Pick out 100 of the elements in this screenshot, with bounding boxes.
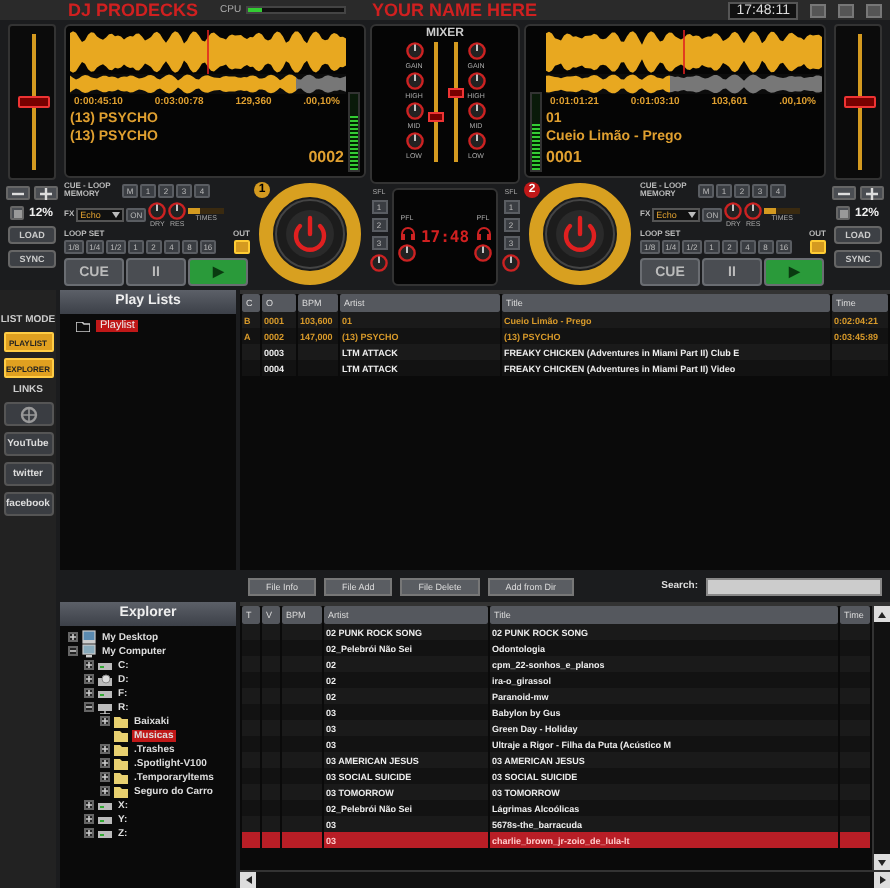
desktop-icon bbox=[82, 630, 96, 644]
plus-icon bbox=[86, 662, 92, 668]
close-button[interactable] bbox=[866, 3, 882, 17]
folder-icon bbox=[76, 321, 90, 331]
expander[interactable] bbox=[100, 744, 110, 754]
minus-button[interactable] bbox=[6, 186, 30, 200]
pitch-slider[interactable] bbox=[8, 24, 56, 180]
expander[interactable] bbox=[100, 716, 110, 726]
horizontal-scrollbar[interactable] bbox=[240, 870, 890, 888]
overview-waveform[interactable] bbox=[546, 74, 822, 94]
vertical-scrollbar[interactable] bbox=[872, 606, 890, 870]
plus-icon bbox=[40, 187, 52, 199]
plus-button[interactable] bbox=[34, 186, 58, 200]
knob[interactable] bbox=[405, 102, 423, 120]
expander[interactable] bbox=[100, 786, 110, 796]
caret-icon bbox=[112, 211, 121, 217]
drive-icon bbox=[98, 687, 112, 699]
vu-meter bbox=[530, 91, 542, 171]
expander[interactable] bbox=[84, 800, 94, 810]
reset-button[interactable] bbox=[10, 206, 25, 220]
plus-icon bbox=[86, 816, 92, 822]
minus-icon bbox=[12, 191, 24, 195]
led-meter bbox=[764, 207, 801, 213]
expander[interactable] bbox=[84, 660, 94, 670]
expander[interactable] bbox=[84, 814, 94, 824]
search-field[interactable] bbox=[706, 577, 882, 595]
minus-icon bbox=[70, 648, 76, 654]
expander[interactable] bbox=[100, 758, 110, 768]
expander[interactable] bbox=[84, 688, 94, 698]
expander[interactable] bbox=[84, 828, 94, 838]
headphones-icon[interactable] bbox=[399, 225, 415, 239]
reset-button[interactable] bbox=[836, 206, 851, 220]
slider-thumb[interactable] bbox=[18, 96, 50, 108]
fader-thumb[interactable] bbox=[447, 88, 463, 99]
knob[interactable] bbox=[148, 201, 167, 219]
pitch-slider[interactable] bbox=[834, 24, 882, 180]
knob[interactable] bbox=[474, 243, 492, 261]
vu-meter bbox=[348, 91, 360, 171]
knob[interactable] bbox=[405, 72, 423, 90]
disc-drive-icon bbox=[98, 673, 112, 685]
plus-icon bbox=[86, 676, 92, 682]
plus-icon bbox=[102, 774, 108, 780]
minimize-button[interactable] bbox=[810, 3, 826, 17]
plus-icon bbox=[86, 802, 92, 808]
network-drive-icon bbox=[98, 701, 112, 713]
channel-fader[interactable] bbox=[447, 42, 463, 162]
right-arrow-icon[interactable] bbox=[879, 876, 885, 884]
slider-thumb[interactable] bbox=[844, 96, 876, 108]
track-number: 0001 bbox=[546, 146, 584, 168]
knob[interactable] bbox=[467, 72, 485, 90]
knob[interactable] bbox=[405, 132, 423, 150]
plus-icon bbox=[866, 187, 878, 199]
track-number: 0002 bbox=[308, 146, 344, 168]
jog-wheel[interactable] bbox=[258, 181, 362, 286]
expander[interactable] bbox=[84, 674, 94, 684]
knob[interactable] bbox=[467, 42, 485, 60]
monitor-icon bbox=[82, 644, 96, 658]
maximize-button[interactable] bbox=[838, 3, 854, 17]
minus-icon bbox=[86, 704, 92, 710]
knob[interactable] bbox=[398, 243, 416, 261]
banner-text: YOUR NAME HERE bbox=[372, 1, 540, 19]
knob[interactable] bbox=[370, 254, 388, 272]
knob[interactable] bbox=[502, 254, 520, 272]
plus-icon bbox=[102, 718, 108, 724]
led-meter bbox=[188, 207, 225, 213]
jog-wheel[interactable] bbox=[528, 181, 632, 286]
knob[interactable] bbox=[405, 42, 423, 60]
fader-thumb[interactable] bbox=[427, 111, 443, 122]
channel-fader[interactable] bbox=[427, 42, 443, 162]
down-arrow-icon[interactable] bbox=[878, 859, 886, 865]
digital-clock: 17:48 bbox=[420, 228, 470, 246]
expander[interactable] bbox=[84, 702, 94, 712]
square-icon bbox=[13, 209, 22, 217]
plus-icon bbox=[86, 690, 92, 696]
remaining-waveform bbox=[296, 74, 346, 94]
globe-icon bbox=[19, 405, 37, 423]
link-button[interactable] bbox=[3, 402, 53, 426]
plus-icon bbox=[102, 746, 108, 752]
plus-button[interactable] bbox=[860, 186, 884, 200]
knob[interactable] bbox=[724, 201, 743, 219]
square-icon bbox=[839, 209, 848, 217]
left-arrow-icon[interactable] bbox=[245, 876, 251, 884]
drive-icon bbox=[98, 659, 112, 671]
plus-icon bbox=[70, 634, 76, 640]
knob[interactable] bbox=[744, 201, 763, 219]
minus-button[interactable] bbox=[832, 186, 856, 200]
knob[interactable] bbox=[467, 132, 485, 150]
app-title: DJ PRODECKS bbox=[66, 1, 201, 19]
headphones-icon[interactable] bbox=[475, 225, 491, 239]
overview-waveform[interactable] bbox=[70, 74, 346, 94]
expander[interactable] bbox=[68, 646, 78, 656]
plus-icon bbox=[86, 830, 92, 836]
knob[interactable] bbox=[467, 102, 485, 120]
up-arrow-icon[interactable] bbox=[878, 611, 886, 617]
knob[interactable] bbox=[168, 201, 187, 219]
expander[interactable] bbox=[68, 632, 78, 642]
caret-icon bbox=[688, 211, 697, 217]
expander[interactable] bbox=[100, 772, 110, 782]
plus-icon bbox=[102, 788, 108, 794]
plus-icon bbox=[102, 760, 108, 766]
